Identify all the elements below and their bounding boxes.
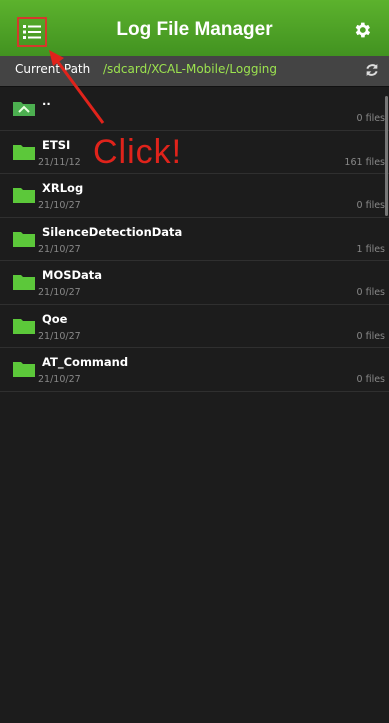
file-date: 21/10/27: [38, 374, 81, 385]
list-item-qoe[interactable]: Qoe 21/10/27 0 files: [0, 305, 389, 348]
app-title: Log File Manager: [116, 19, 273, 40]
file-name: AT_Command: [42, 355, 129, 369]
file-date: 21/11/12: [38, 156, 81, 168]
folder-up-icon: [13, 102, 35, 116]
file-name: ..: [42, 94, 51, 108]
file-count: 0 files: [356, 330, 385, 342]
list-item-at-command[interactable]: AT_Command 21/10/27 0 files: [0, 348, 389, 392]
current-path-value: /sdcard/XCAL-Mobile/Logging: [103, 62, 277, 76]
annotation-label: Click!: [93, 133, 183, 171]
list-item-silencedetectiondata[interactable]: SilenceDetectionData 21/10/27 1 files: [0, 218, 389, 261]
file-count: 0 files: [356, 374, 385, 385]
folder-icon: [13, 188, 35, 203]
list-item-parent[interactable]: .. 0 files: [0, 87, 389, 131]
list-item-mosdata[interactable]: MOSData 21/10/27 0 files: [0, 261, 389, 305]
file-count: 0 files: [356, 113, 385, 124]
file-count: 0 files: [356, 287, 385, 298]
file-name: MOSData: [42, 268, 103, 282]
scrollbar[interactable]: [385, 96, 388, 216]
current-path-label: Current Path: [15, 62, 91, 76]
folder-icon: [13, 362, 35, 377]
path-bar: Current Path /sdcard/XCAL-Mobile/Logging: [0, 56, 389, 87]
refresh-icon[interactable]: [364, 62, 380, 78]
file-name: XRLog: [42, 181, 84, 195]
gear-icon[interactable]: [352, 20, 372, 40]
file-name: Qoe: [42, 311, 68, 326]
folder-icon: [13, 275, 35, 290]
file-list: .. 0 files ETSI 21/11/12 161 files XRLog…: [0, 87, 389, 392]
file-count: 1 files: [356, 243, 385, 255]
file-date: 21/10/27: [38, 330, 81, 342]
folder-icon: [13, 231, 35, 247]
list-item-xrlog[interactable]: XRLog 21/10/27 0 files: [0, 174, 389, 218]
file-count: 161 files: [344, 156, 385, 168]
folder-icon: [13, 318, 35, 334]
file-name: SilenceDetectionData: [42, 224, 183, 239]
file-name: ETSI: [42, 137, 71, 152]
list-item-etsi[interactable]: ETSI 21/11/12 161 files: [0, 131, 389, 174]
app-bar: Log File Manager: [0, 0, 389, 62]
file-date: 21/10/27: [38, 287, 81, 298]
file-count: 0 files: [356, 200, 385, 211]
file-date: 21/10/27: [38, 243, 81, 255]
folder-icon: [13, 144, 35, 160]
file-date: 21/10/27: [38, 200, 81, 211]
